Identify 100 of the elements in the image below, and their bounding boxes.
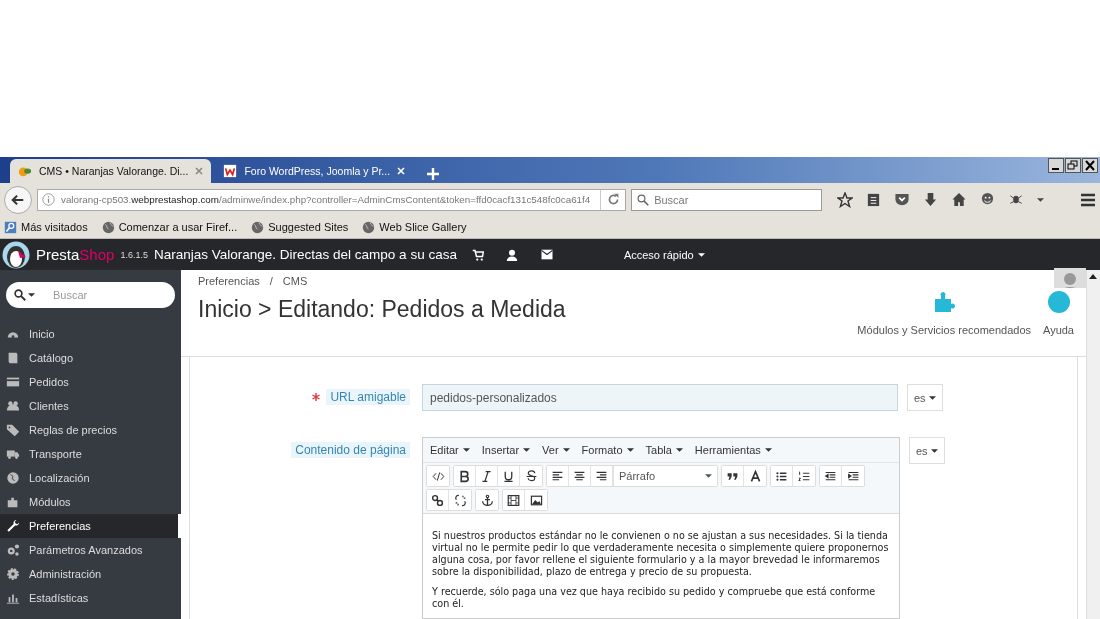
link-button[interactable] [427,490,449,510]
sidebar-item[interactable]: Catálogo [0,346,181,370]
cart-icon [471,248,484,261]
shop-name: Naranjas Valorange. Directas del campo a su casa [154,247,457,262]
caret-icon [28,293,35,297]
address-bar[interactable]: valorang-cp503.webprestashop.com/adminwe/index.php?controller=AdminCmsContent&token=ffd0cacf131c548fc0ca61f4 [37,188,627,211]
user-icon [505,248,518,261]
globe-icon [251,220,265,234]
sidebar-item[interactable]: Localización [0,466,181,490]
card-icon [6,375,20,389]
underline-icon [502,469,515,483]
sidebar-item[interactable]: Clientes [0,394,181,418]
browser-tab[interactable]: Foro WordPress, Joomla y Pr... [215,159,414,183]
sidebar-item[interactable]: Transporte [0,442,181,466]
breadcrumb-link[interactable]: CMS [282,275,308,287]
caret-icon [928,395,936,400]
globe-icon [101,220,115,234]
align-left-icon [551,469,564,483]
bookmark-link[interactable]: Web Slice Gallery [379,221,467,233]
info-icon [42,193,55,206]
image-icon [529,493,543,507]
clipboard-icon [866,192,881,207]
penguin-logo-icon [2,240,30,269]
sidebar-item[interactable]: Parámetros Avanzados [0,538,181,562]
restore-icon [1065,158,1081,173]
sidebar-item[interactable]: Inicio [0,322,181,346]
source-code-icon [431,469,445,483]
outdent-icon [824,469,837,483]
editor-menu[interactable]: Formato [581,444,634,456]
editor-menu[interactable]: Ver [542,444,570,456]
gear-icon [6,567,20,581]
logo-text: PrestaShop [36,246,115,263]
download-icon [923,192,938,207]
sidebar-item[interactable]: Preferencias [0,514,181,538]
sidebar-item[interactable]: Reglas de precios [0,418,181,442]
search-field[interactable]: Buscar [631,188,822,211]
bookmark-link[interactable]: Suggested Sites [268,221,349,233]
editor-menu[interactable]: Editar [430,444,470,456]
help-button[interactable]: Ayuda [1043,290,1074,336]
sidebar-search-field[interactable]: Buscar [6,282,175,308]
tag-icon [6,423,20,437]
align-right-icon [595,469,608,483]
breadcrumb-separator: / [269,275,273,287]
search-input[interactable]: Buscar [654,193,805,206]
new-tab-icon [427,168,440,180]
modules-button[interactable]: Módulos y Servicios recomendados [857,290,1031,336]
search-icon [14,289,26,301]
minimize-icon [1048,158,1064,173]
wrench-icon [6,519,20,533]
quick-access-menu[interactable]: Acceso rápido [623,248,705,261]
outdent-button[interactable] [820,466,842,486]
text-color-icon [748,469,762,483]
language-dropdown[interactable]: es [907,384,943,411]
caret-icon [764,448,772,452]
letter-logo-icon [223,164,238,178]
breadcrumb-link[interactable]: Preferencias [198,275,260,287]
bookmark-link[interactable]: Comenzar a usar Firef... [118,221,238,233]
language-dropdown[interactable]: es [909,437,945,464]
numbered-list-icon [797,469,811,483]
format-dropdown[interactable]: Párrafo [613,466,717,486]
editor-menu[interactable]: Herramientas [694,444,772,456]
bookmark-link[interactable]: Más visitados [21,221,88,233]
align-center-icon [573,469,586,483]
home-icon [951,192,967,207]
editor-menu[interactable]: Tabla [645,444,683,456]
url-field[interactable]: pedidos-personalizados [422,384,898,411]
italic-icon [480,469,493,483]
bullet-list-icon [775,469,788,483]
caret-icon [626,448,634,452]
film-button[interactable] [503,490,525,510]
back-arrow-icon [11,192,25,207]
back-button[interactable] [4,185,32,214]
gears-icon [6,543,20,557]
chat-icon [980,192,995,207]
bold-button[interactable] [454,466,476,486]
field-label: Contenido de página [291,442,410,458]
browser-tab[interactable]: CMS • Naranjas Valorange. Di... [10,159,212,183]
caret-icon [1037,197,1044,202]
editor-paragraph: Si nuestros productos estándar no le convienen o no se ajustan a sus necesidades. Si la tienda virtual no le permite pedir lo que verdaderamente necesita o simplemente quiere proponernos alguna cosa, por favor rellene el siguiente formulario y a la mayor brevedad le informaremos sobre la disponibilidad, plazo de entrega y precio de su propuesta. [432,530,890,578]
anchor-icon [480,493,494,507]
align-left-button[interactable] [547,466,569,486]
sidebar-item[interactable]: Administración [0,562,181,586]
sidebar-item[interactable]: Estadísticas [0,586,181,610]
caret-icon [705,474,712,478]
search-icon [637,193,650,206]
anchor-button[interactable] [476,490,498,510]
rich-text-editor[interactable] [422,437,900,619]
bullet-list-button[interactable] [771,466,793,486]
link-icon [431,493,444,507]
caret-icon [697,252,705,257]
scrollbar[interactable] [1086,270,1100,619]
editor-menu[interactable]: Insertar [481,444,531,456]
globe-icon [6,471,20,485]
quote-button[interactable] [722,466,744,486]
version-label: 1.6.1.5 [120,249,148,260]
caret-icon [930,448,938,453]
caret-icon [562,448,570,452]
editor-paragraph: Y recuerde, sólo paga una vez que haya recibido su pedido y compruebe que está conforme con él. [432,586,877,610]
sidebar-item[interactable]: Módulos [0,490,181,514]
sidebar-item[interactable]: Pedidos [0,370,181,394]
